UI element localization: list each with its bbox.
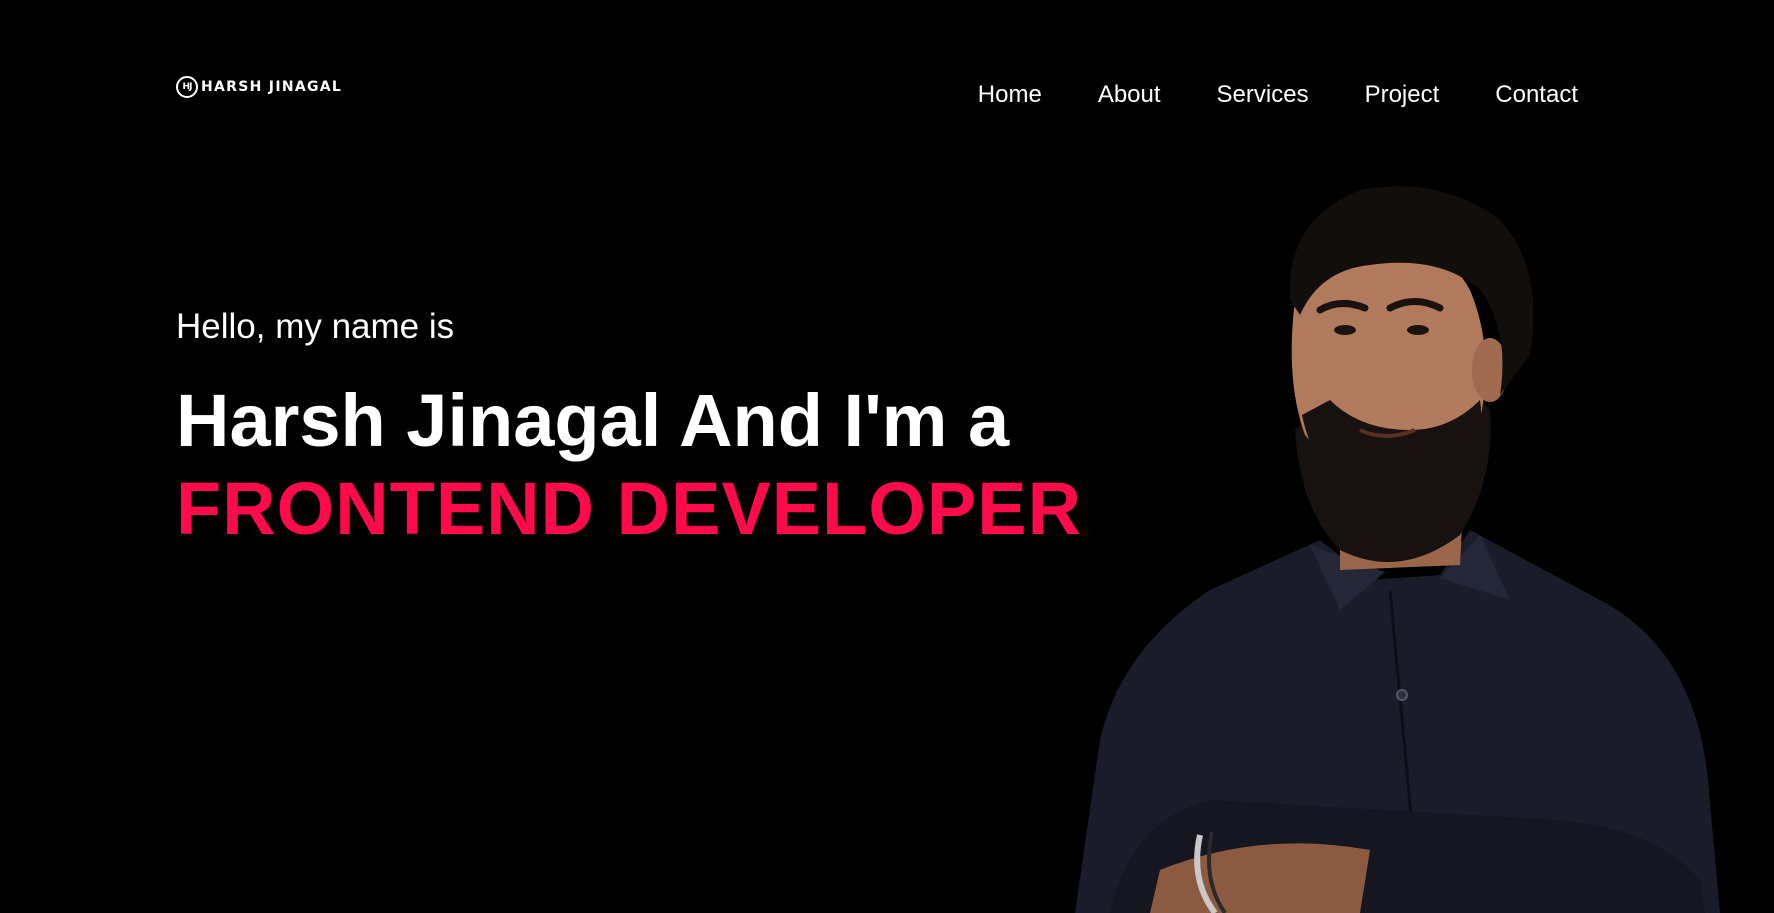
nav-link-about[interactable]: About bbox=[1098, 81, 1161, 108]
nav-item-home: Home bbox=[978, 80, 1042, 110]
hero-headline: Harsh Jinagal And I'm a FRONTEND DEVELOP… bbox=[176, 377, 1082, 553]
portrait-image bbox=[1075, 186, 1720, 913]
main-nav: Home About Services Project Contact bbox=[978, 80, 1578, 110]
nav-link-services[interactable]: Services bbox=[1217, 81, 1309, 108]
hero-greeting: Hello, my name is bbox=[176, 307, 455, 346]
page: HJ HARSH JINAGAL Home About Services Pro… bbox=[0, 0, 1774, 913]
hero-name-line: Harsh Jinagal And I'm a bbox=[176, 379, 1010, 462]
nav-link-project[interactable]: Project bbox=[1365, 81, 1440, 108]
nav-link-contact[interactable]: Contact bbox=[1495, 81, 1578, 108]
site-logo[interactable]: HJ HARSH JINAGAL bbox=[176, 75, 342, 99]
nav-item-project: Project bbox=[1365, 80, 1440, 110]
logo-monogram-icon: HJ bbox=[176, 76, 198, 98]
logo-text: HARSH JINAGAL bbox=[201, 79, 343, 95]
nav-item-services: Services bbox=[1217, 80, 1309, 110]
nav-item-about: About bbox=[1098, 80, 1161, 110]
nav-link-home[interactable]: Home bbox=[978, 81, 1042, 108]
nav-item-contact: Contact bbox=[1495, 80, 1578, 110]
hero-role: FRONTEND DEVELOPER bbox=[176, 467, 1083, 550]
